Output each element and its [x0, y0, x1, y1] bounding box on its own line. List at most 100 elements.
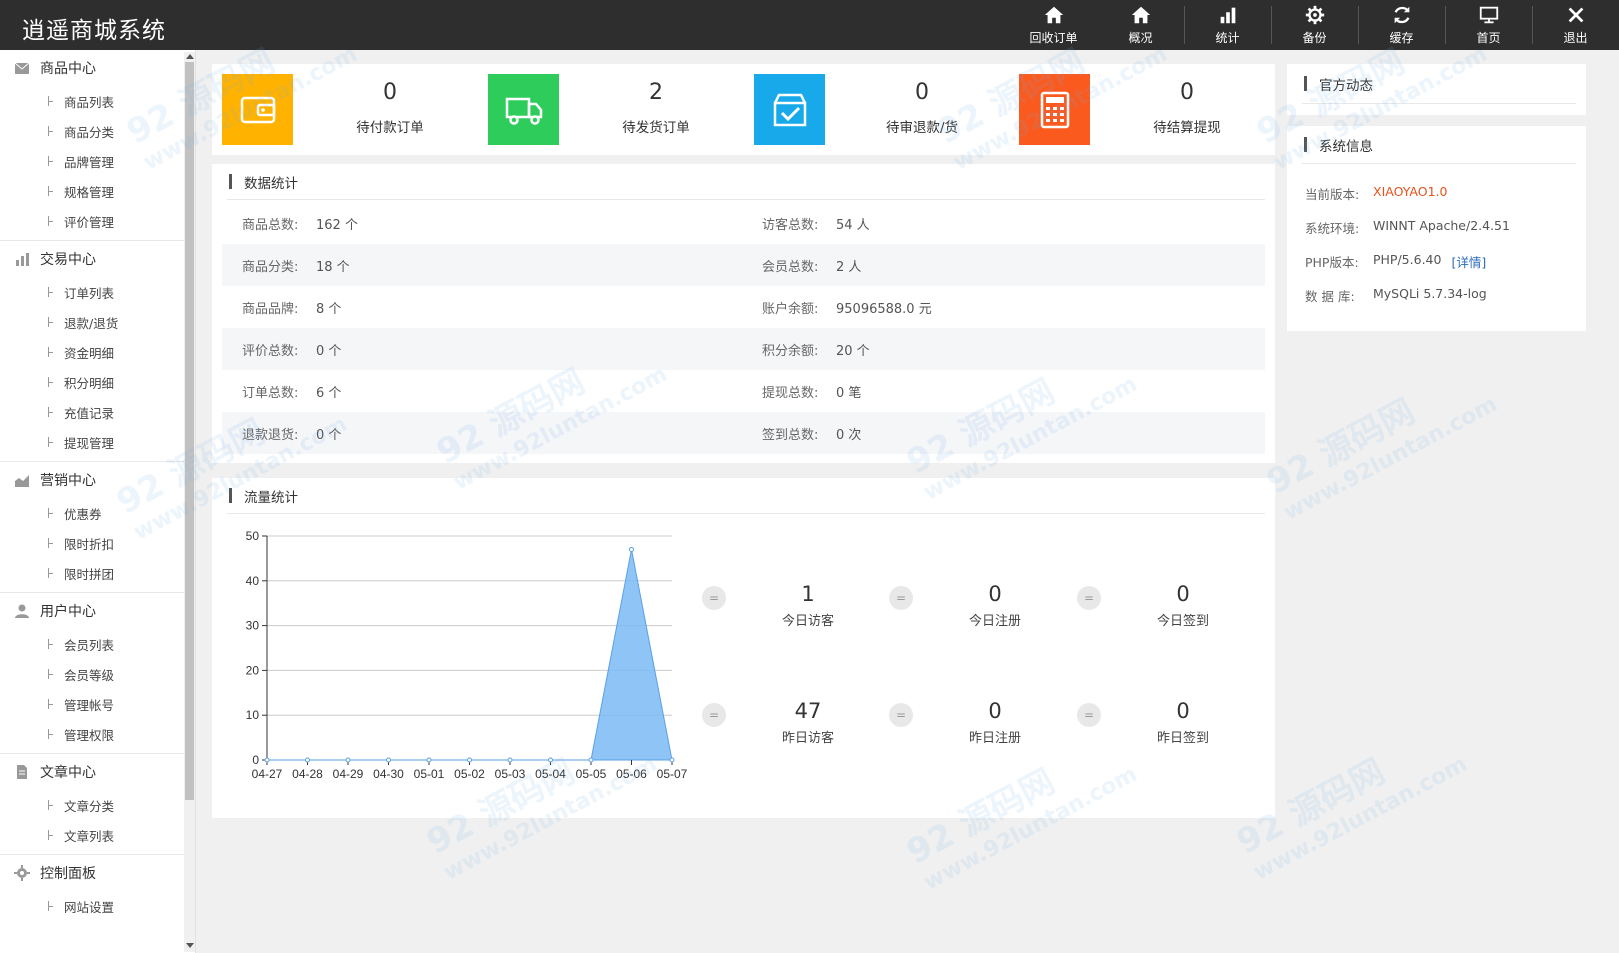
gear-icon: [14, 865, 30, 881]
sidebar-item-review[interactable]: 评价管理: [0, 206, 195, 236]
stat-card-pending-withdraw[interactable]: 0 待结算提现: [1019, 74, 1284, 145]
sidebar-item-flash-discount[interactable]: 限时折扣: [0, 528, 195, 558]
sysinfo-panel: 系统信息 当前版本: XIAOYAO1.0 系统环境: WINNT Apache…: [1287, 126, 1586, 331]
sidebar-item-label: 退款/退货: [64, 315, 119, 331]
stat-cell-value: 20 个: [836, 343, 870, 359]
metric-label: 昨日访客: [781, 731, 834, 746]
stat-cell: 签到总数: 0 次: [762, 424, 861, 443]
sidebar-item-admin-permission[interactable]: 管理权限: [0, 719, 195, 749]
stat-cell: 积分余额: 20 个: [762, 340, 870, 359]
nav-cache[interactable]: 缓存: [1358, 0, 1445, 50]
nav-label: 备份: [1302, 31, 1327, 45]
php-details-link[interactable]: [详情]: [1451, 252, 1486, 271]
sidebar-item-label: 会员等级: [64, 667, 115, 683]
sidebar-item-funds[interactable]: 资金明细: [0, 337, 195, 367]
sidebar-item-order-list[interactable]: 订单列表: [0, 277, 195, 307]
equals-badge: =: [1077, 703, 1101, 727]
nav-overview[interactable]: 概况: [1097, 0, 1184, 50]
equals-badge: =: [889, 703, 913, 727]
sidebar-item-brand[interactable]: 品牌管理: [0, 146, 195, 176]
nav-label: 概况: [1128, 31, 1153, 45]
stat-cell-value: 0 个: [316, 427, 342, 443]
info-label: PHP版本:: [1305, 255, 1359, 270]
y-tick-label: 10: [246, 708, 260, 722]
data-point: [345, 757, 351, 763]
sidebar-group-title[interactable]: 商品中心: [0, 50, 195, 86]
nav-statistics[interactable]: 统计: [1184, 0, 1271, 50]
stat-cell: 商品分类: 18 个: [242, 256, 350, 275]
stat-card-pending-payment[interactable]: 0 待付款订单: [222, 74, 487, 145]
watermark-url: www.92luntan.com: [1249, 751, 1472, 886]
stat-card-pending-shipment[interactable]: 2 待发货订单: [488, 74, 753, 145]
stat-icon-box: [222, 74, 293, 145]
sidebar-item-article-category[interactable]: 文章分类: [0, 790, 195, 820]
stat-cell: 访客总数: 54 人: [762, 214, 870, 233]
x-tick-label: 04-27: [252, 767, 283, 781]
sidebar-group-title[interactable]: 营销中心: [0, 462, 195, 498]
stat-icon-box: [488, 74, 559, 145]
sidebar-scrollbar[interactable]: [184, 52, 195, 952]
nav-label: 统计: [1215, 31, 1240, 45]
stat-cell-label: 提现总数:: [762, 385, 819, 401]
y-tick-label: 20: [246, 663, 260, 677]
sidebar-group-title[interactable]: 交易中心: [0, 241, 195, 277]
sidebar-group-goods: 商品中心 商品列表 商品分类 品牌管理 规格管理 评价管理: [0, 50, 195, 241]
data-point: [426, 757, 432, 763]
section-title-text: 系统信息: [1319, 138, 1373, 155]
nav-backup[interactable]: 备份: [1271, 0, 1358, 50]
section-title: 数据统计: [227, 164, 1265, 200]
watermark-logo: 92 源码网: [1260, 391, 1422, 503]
section-title: 流量统计: [227, 478, 1265, 514]
sidebar-item-spec[interactable]: 规格管理: [0, 176, 195, 206]
sidebar-item-article-list[interactable]: 文章列表: [0, 820, 195, 850]
sidebar-item-label: 优惠券: [64, 506, 102, 522]
stat-cell: 退款退货: 0 个: [242, 424, 341, 443]
sidebar-item-label: 品牌管理: [64, 154, 115, 170]
stat-cell-label: 订单总数:: [242, 385, 299, 401]
sidebar-item-points[interactable]: 积分明细: [0, 367, 195, 397]
metric-value: 47: [794, 699, 822, 723]
sidebar-item-member-list[interactable]: 会员列表: [0, 629, 195, 659]
sidebar-item-member-level[interactable]: 会员等级: [0, 659, 195, 689]
info-label: 数 据 库:: [1305, 289, 1355, 304]
sidebar-item-goods-category[interactable]: 商品分类: [0, 116, 195, 146]
nav-label: 回收订单: [1029, 31, 1078, 45]
sidebar-group-title[interactable]: 文章中心: [0, 754, 195, 790]
sidebar-group-title[interactable]: 控制面板: [0, 855, 195, 891]
home-icon: [1131, 6, 1150, 24]
sidebar-item-coupon[interactable]: 优惠券: [0, 498, 195, 528]
stat-cell-value: 54 人: [836, 217, 870, 233]
nav-home[interactable]: 首页: [1445, 0, 1532, 50]
stat-cell-label: 会员总数:: [762, 259, 819, 275]
mail-icon: [14, 62, 30, 74]
gear-icon: [1305, 5, 1324, 25]
scroll-down-arrow-icon[interactable]: [186, 943, 194, 948]
scroll-up-arrow-icon[interactable]: [186, 54, 194, 59]
sidebar-item-withdraw[interactable]: 提现管理: [0, 427, 195, 457]
y-tick-label: 30: [246, 619, 260, 633]
metric-label: 昨日注册: [968, 731, 1021, 746]
sidebar-group-control: 控制面板 网站设置: [0, 855, 195, 925]
sidebar-group-title[interactable]: 用户中心: [0, 593, 195, 629]
sidebar-item-recharge[interactable]: 充值记录: [0, 397, 195, 427]
scroll-thumb[interactable]: [185, 62, 194, 800]
brand-title: 逍遥商城系统: [22, 18, 166, 44]
stat-card-pending-refund[interactable]: 0 待审退款/货: [754, 74, 1019, 145]
x-tick-label: 05-06: [616, 767, 647, 781]
nav-logout[interactable]: 退出: [1532, 0, 1619, 50]
sidebar-item-refund[interactable]: 退款/退货: [0, 307, 195, 337]
sidebar-item-admin-account[interactable]: 管理帐号: [0, 689, 195, 719]
nav-recycle-orders[interactable]: 回收订单: [1010, 0, 1097, 50]
stat-cell: 订单总数: 6 个: [242, 382, 341, 401]
sidebar-item-goods-list[interactable]: 商品列表: [0, 86, 195, 116]
table-row: 商品分类: 18 个 会员总数: 2 人: [222, 244, 1265, 286]
truck-icon: [505, 97, 542, 125]
x-tick-label: 05-01: [414, 767, 445, 781]
sidebar-item-group-buy[interactable]: 限时拼团: [0, 558, 195, 588]
metric-value: 0: [988, 582, 1002, 606]
section-title-text[interactable]: 官方动态: [1319, 74, 1373, 94]
info-row-db: 数 据 库: MySQLi 5.7.34-log: [1305, 286, 1487, 305]
y-tick-label: 0: [252, 753, 259, 767]
stat-cell-label: 评价总数:: [242, 343, 299, 359]
sidebar-item-site-settings[interactable]: 网站设置: [0, 891, 195, 921]
